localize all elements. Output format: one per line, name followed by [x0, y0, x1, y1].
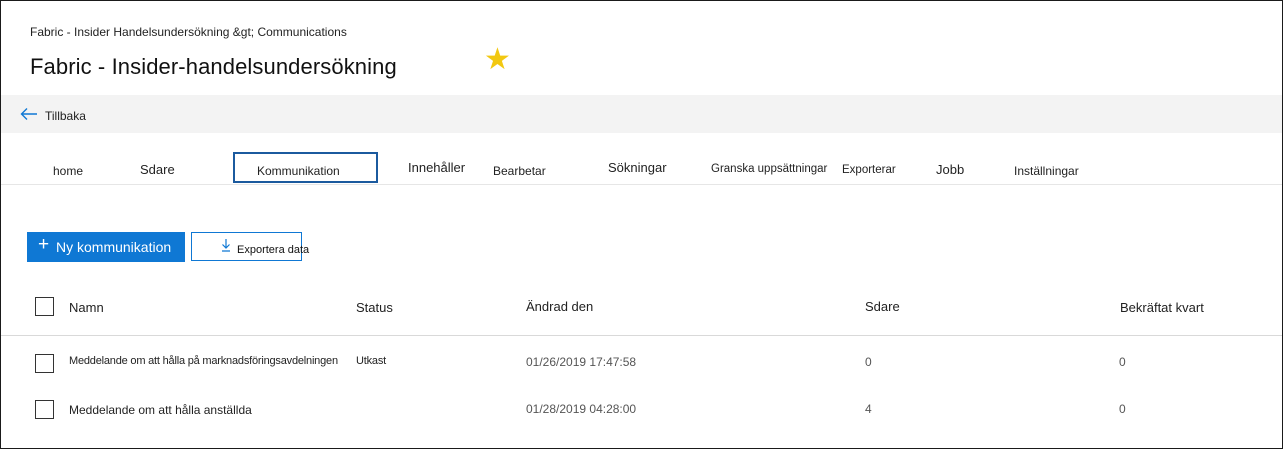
tab-innehaller[interactable]: Innehåller: [408, 160, 465, 175]
row-sdare: 4: [865, 402, 872, 416]
download-icon: [222, 239, 230, 252]
row-modified: 01/28/2019 04:28:00: [526, 402, 637, 416]
arrow-left-icon[interactable]: [20, 107, 38, 121]
row-confirmed: 0: [1119, 355, 1126, 369]
row-checkbox[interactable]: [35, 400, 54, 419]
tab-home[interactable]: home: [53, 164, 83, 178]
row-name[interactable]: Meddelande om att hålla på marknadsförin…: [69, 355, 338, 367]
page-title: Fabric - Insider-handelsundersökning: [30, 54, 397, 79]
column-header-modified[interactable]: Ändrad den: [526, 299, 593, 314]
row-name[interactable]: Meddelande om att hålla anställda: [69, 403, 252, 417]
export-data-label: Exportera data: [237, 244, 310, 256]
tab-kommunikation[interactable]: Kommunikation: [233, 152, 378, 183]
tab-bearbetar[interactable]: Bearbetar: [493, 164, 546, 178]
row-modified: 01/26/2019 17:47:58: [526, 355, 637, 369]
tab-divider: [1, 184, 1282, 185]
row-checkbox[interactable]: [35, 354, 54, 373]
row-status: Utkast: [356, 355, 386, 367]
column-header-status[interactable]: Status: [356, 300, 393, 315]
tab-sokningar[interactable]: Sökningar: [608, 160, 667, 175]
tab-granska-uppsattningar[interactable]: Granska uppsättningar: [711, 163, 827, 175]
export-data-button[interactable]: Exportera data: [191, 232, 309, 261]
header-divider: [1, 335, 1282, 336]
column-header-sdare[interactable]: Sdare: [865, 299, 900, 314]
tab-jobb[interactable]: Jobb: [936, 162, 964, 177]
new-communication-label: Ny kommunikation: [56, 239, 172, 255]
plus-icon: +: [38, 234, 50, 255]
back-button[interactable]: Tillbaka: [45, 109, 86, 123]
back-bar: [1, 95, 1282, 133]
star-icon[interactable]: ★: [484, 45, 511, 75]
tab-installningar[interactable]: Inställningar: [1014, 164, 1079, 178]
row-confirmed: 0: [1119, 402, 1126, 416]
tab-sdare[interactable]: Sdare: [140, 162, 175, 177]
select-all-checkbox[interactable]: [35, 297, 54, 316]
row-sdare: 0: [865, 355, 872, 369]
tab-kommunikation-label: Kommunikation: [257, 164, 340, 178]
breadcrumb[interactable]: Fabric - Insider Handelsundersökning &gt…: [30, 25, 347, 39]
tab-exporterar[interactable]: Exporterar: [842, 164, 896, 176]
column-header-name[interactable]: Namn: [69, 300, 104, 315]
new-communication-button[interactable]: + Ny kommunikation: [27, 232, 185, 262]
column-header-confirmed[interactable]: Bekräftat kvart: [1120, 300, 1204, 315]
